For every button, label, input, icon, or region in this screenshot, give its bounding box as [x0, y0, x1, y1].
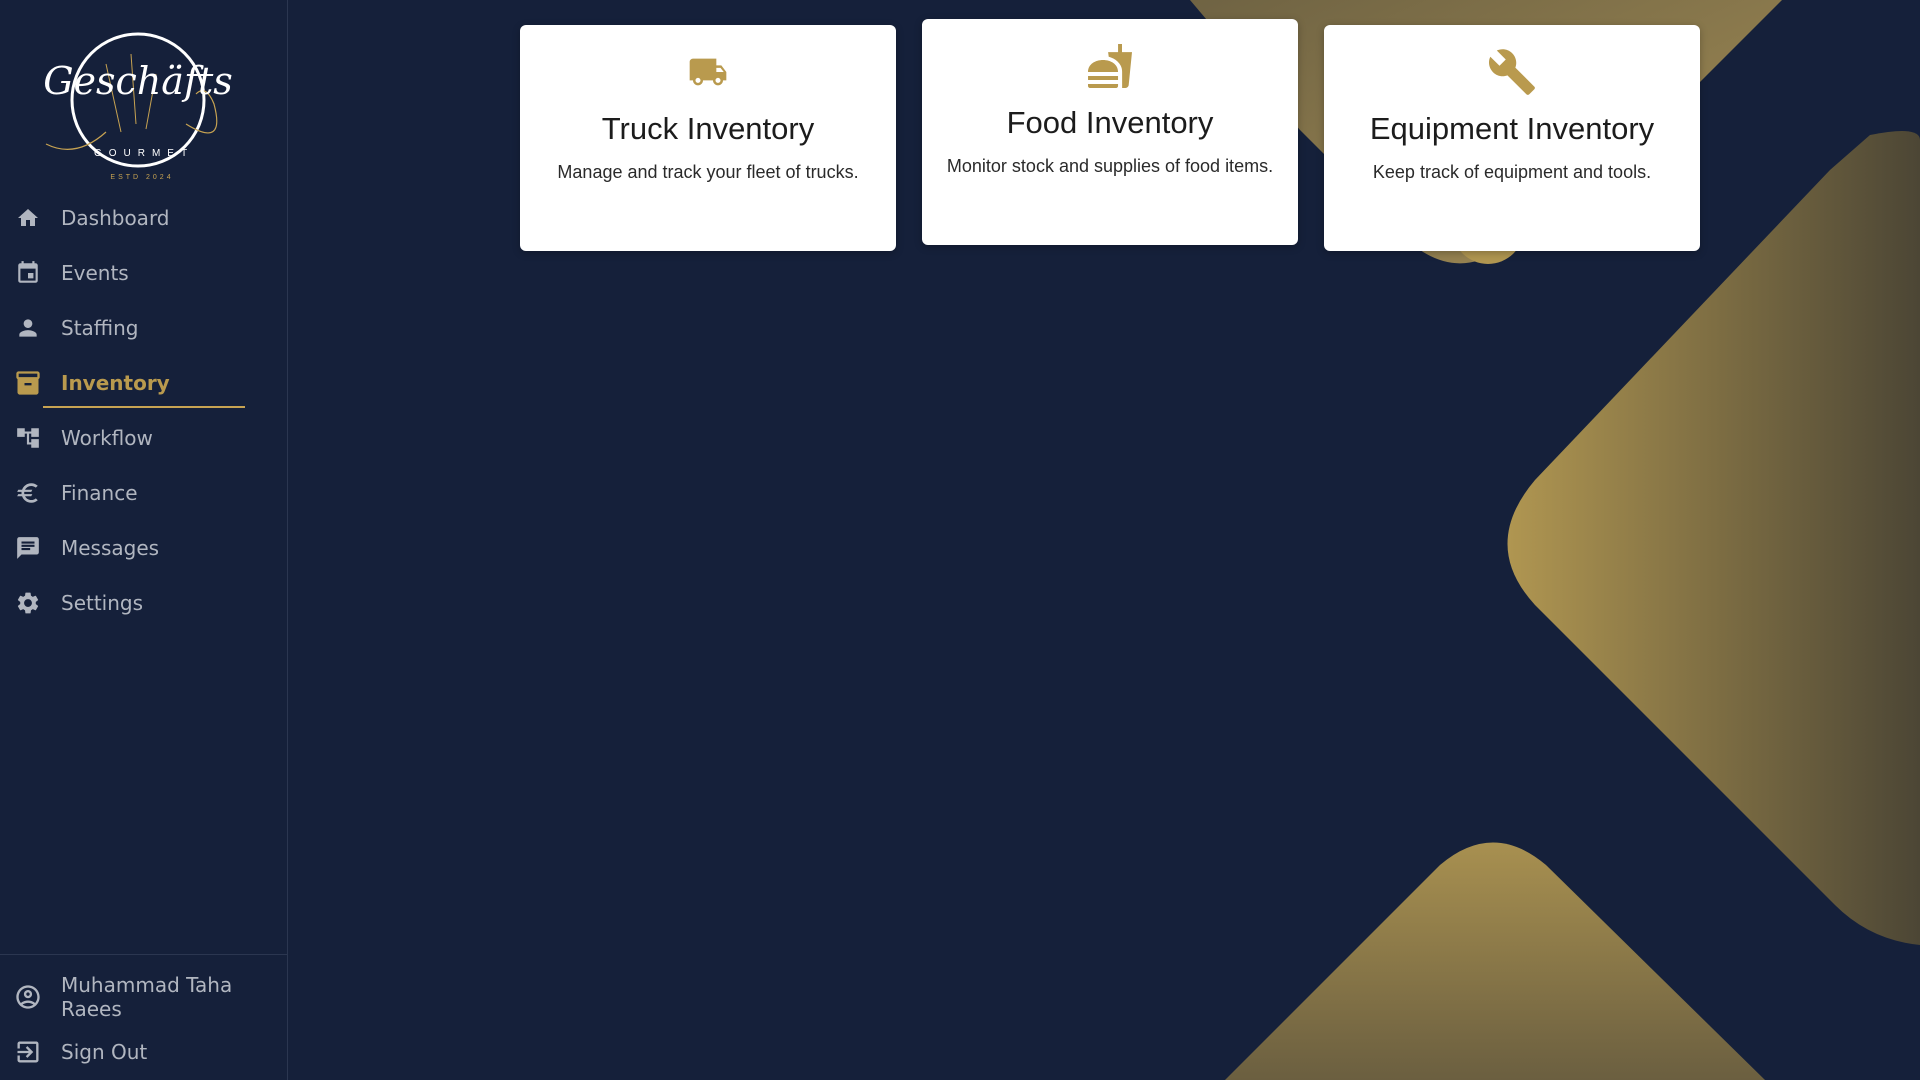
- sidebar-item-dashboard[interactable]: Dashboard: [0, 190, 288, 245]
- sidebar-item-label: Messages: [61, 535, 160, 560]
- card-description: Monitor stock and supplies of food items…: [946, 156, 1274, 176]
- sidebar-item-inventory[interactable]: Inventory: [0, 355, 288, 410]
- card-title: Equipment Inventory: [1369, 111, 1655, 146]
- euro-icon: [14, 479, 42, 507]
- fastfood-icon: [922, 43, 1298, 89]
- card-title: Truck Inventory: [601, 111, 815, 146]
- workflow-icon: [14, 424, 42, 452]
- sidebar-item-label: Settings: [61, 590, 144, 615]
- truck-icon: [520, 49, 896, 95]
- gear-icon: [14, 589, 42, 617]
- account-circle-icon: [14, 983, 42, 1011]
- archive-icon: [14, 369, 42, 397]
- sidebar-item-settings[interactable]: Settings: [0, 575, 288, 630]
- sidebar-item-events[interactable]: Events: [0, 245, 288, 300]
- sidebar-item-label: Dashboard: [61, 205, 170, 230]
- sidebar-item-label: Inventory: [61, 370, 170, 395]
- user-profile-link[interactable]: Muhammad Taha Raees: [0, 969, 287, 1024]
- main-nav: Dashboard Events Staffing Inventory Work…: [0, 190, 288, 630]
- sidebar-item-staffing[interactable]: Staffing: [0, 300, 288, 355]
- message-icon: [14, 534, 42, 562]
- svg-text:Geschäfts: Geschäfts: [43, 59, 233, 103]
- calendar-icon: [14, 259, 42, 287]
- svg-text:GOURMET: GOURMET: [94, 148, 194, 159]
- app-root: Geschäfts GOURMET ESTD 2024 Dashboard Ev…: [0, 0, 1920, 1080]
- equipment-inventory-card[interactable]: Equipment Inventory Keep track of equipm…: [1324, 25, 1700, 251]
- geschafts-gourmet-logo[interactable]: Geschäfts GOURMET ESTD 2024: [36, 14, 236, 184]
- card-description: Keep track of equipment and tools.: [1372, 162, 1652, 182]
- home-icon: [14, 204, 42, 232]
- sidebar-item-finance[interactable]: Finance: [0, 465, 288, 520]
- card-description: Manage and track your fleet of trucks.: [557, 162, 859, 182]
- user-name-label: Muhammad Taha Raees: [61, 972, 233, 1021]
- sign-out-label: Sign Out: [61, 1039, 148, 1064]
- sidebar-footer: Muhammad Taha Raees Sign Out: [0, 954, 287, 1079]
- sidebar-item-label: Workflow: [61, 425, 153, 450]
- wrench-icon: [1324, 49, 1700, 95]
- sidebar-item-workflow[interactable]: Workflow: [0, 410, 288, 465]
- sidebar-item-label: Events: [61, 260, 129, 285]
- card-title: Food Inventory: [1006, 105, 1214, 140]
- truck-inventory-card[interactable]: Truck Inventory Manage and track your fl…: [520, 25, 896, 251]
- sidebar-item-messages[interactable]: Messages: [0, 520, 288, 575]
- sign-out-button[interactable]: Sign Out: [0, 1024, 287, 1079]
- person-icon: [14, 314, 42, 342]
- sidebar: Geschäfts GOURMET ESTD 2024 Dashboard Ev…: [0, 0, 288, 1080]
- svg-text:ESTD 2024: ESTD 2024: [110, 174, 173, 181]
- sidebar-item-label: Staffing: [61, 315, 139, 340]
- sign-out-icon: [14, 1038, 42, 1066]
- sidebar-item-label: Finance: [61, 480, 138, 505]
- food-inventory-card[interactable]: Food Inventory Monitor stock and supplie…: [922, 19, 1298, 245]
